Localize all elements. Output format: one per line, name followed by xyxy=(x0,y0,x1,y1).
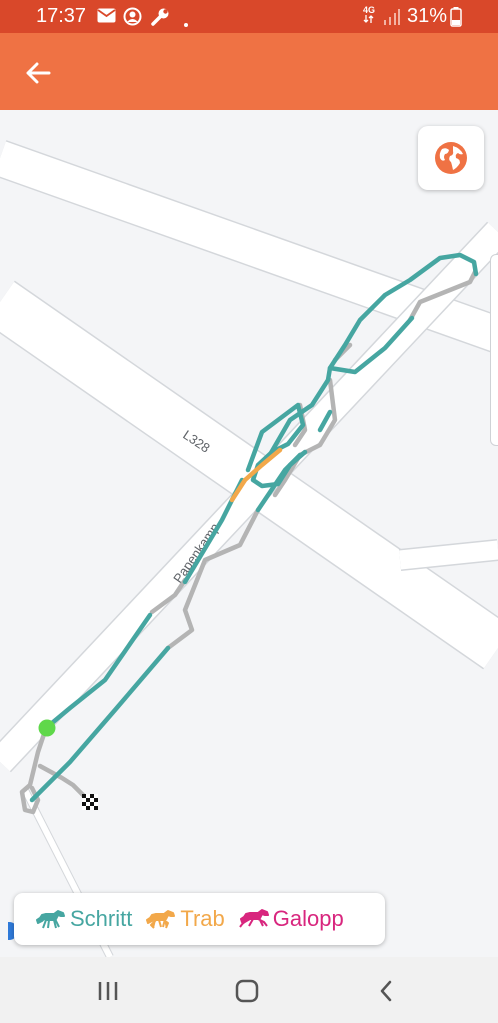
signal-icon xyxy=(383,9,401,31)
wrench-icon xyxy=(150,7,170,32)
status-bar: 17:37 4G 31% xyxy=(0,0,498,33)
system-back-button[interactable] xyxy=(356,971,416,1011)
legend-label-trab: Trab xyxy=(180,906,225,931)
home-icon xyxy=(235,979,259,1003)
home-button[interactable] xyxy=(217,971,277,1011)
side-panel-handle[interactable] xyxy=(490,254,498,446)
roads xyxy=(0,140,498,957)
battery-percent: 31% xyxy=(407,5,448,27)
checkered-flag-icon xyxy=(82,794,98,810)
map-canvas[interactable]: L328 Papenkamp xyxy=(0,110,498,957)
arrow-left-icon xyxy=(26,62,51,84)
map-view[interactable]: L328 Papenkamp xyxy=(0,110,498,957)
status-time: 17:37 xyxy=(36,5,87,27)
back-button[interactable] xyxy=(18,53,58,93)
network-type: 4G xyxy=(363,6,375,25)
app-bar xyxy=(0,33,498,110)
system-nav-bar xyxy=(0,957,498,1023)
map-layers-button[interactable] xyxy=(418,126,484,190)
recent-apps-button[interactable] xyxy=(78,971,138,1011)
horse-walk-icon xyxy=(36,910,65,929)
account-circle-icon xyxy=(123,7,142,31)
dot-icon xyxy=(184,14,188,32)
horse-trot-icon xyxy=(146,910,176,929)
start-marker xyxy=(38,719,56,737)
battery-icon xyxy=(450,7,462,32)
legend-item-schritt: Schritt xyxy=(34,906,132,932)
legend-item-galopp: Galopp xyxy=(237,906,344,932)
mail-icon xyxy=(97,8,116,28)
legend-label-schritt: Schritt xyxy=(70,906,133,931)
legend-item-trab: Trab xyxy=(144,906,225,932)
legend-label-galopp: Galopp xyxy=(272,906,344,931)
back-nav-icon xyxy=(380,980,392,1002)
recent-apps-icon xyxy=(98,982,118,1000)
gait-legend: Schritt Trab Galopp xyxy=(14,893,385,945)
globe-icon xyxy=(435,142,467,174)
horse-gallop-icon xyxy=(238,909,269,928)
